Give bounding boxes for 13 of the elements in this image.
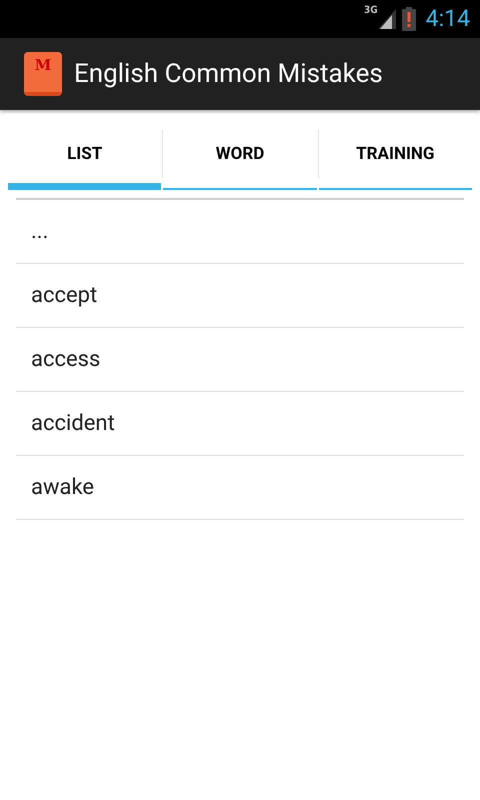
list-item[interactable]: awake: [16, 456, 464, 520]
list-item[interactable]: access: [16, 328, 464, 392]
clock-time: 4:14: [426, 5, 470, 33]
list-item[interactable]: ...: [16, 200, 464, 264]
tab[interactable]: WORD: [163, 130, 317, 188]
network-type: 3G: [364, 5, 378, 17]
tab[interactable]: TRAINING: [318, 130, 472, 188]
app-title: English Common Mistakes: [74, 59, 383, 89]
tab[interactable]: LIST: [8, 130, 162, 183]
list-item[interactable]: accept: [16, 264, 464, 328]
battery-alert-icon: [402, 7, 416, 31]
list-item[interactable]: accident: [16, 392, 464, 456]
app-logo: M: [24, 52, 62, 96]
